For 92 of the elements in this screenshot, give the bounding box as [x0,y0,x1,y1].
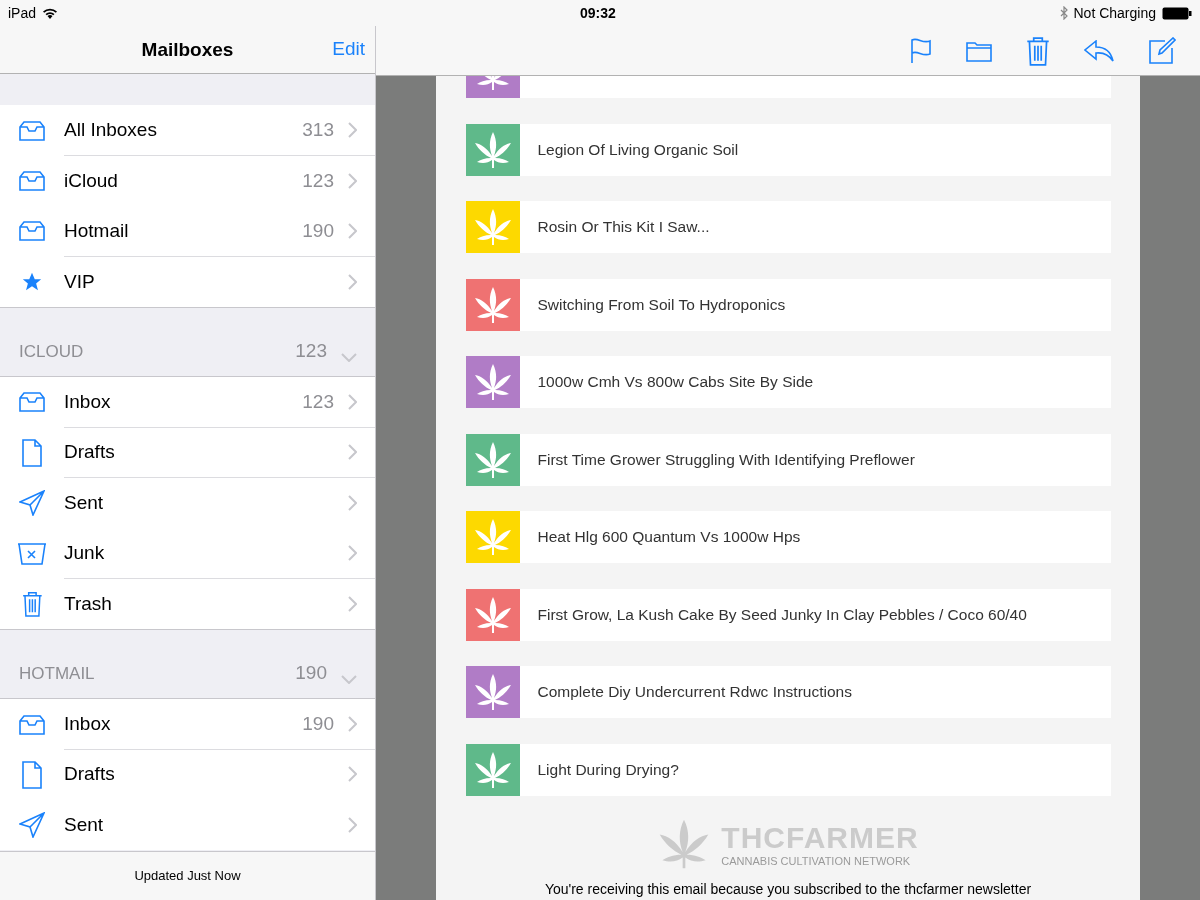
unread-count: 123 [302,169,334,192]
junk-bin-icon [17,541,47,566]
mailbox-row[interactable]: Drafts [0,749,375,801]
inbox-icon [18,221,46,242]
leaf-icon [472,207,513,247]
compose-button[interactable] [1148,36,1176,65]
mailbox-label: All Inboxes [64,119,158,142]
section-count: 123 [295,340,327,363]
mailbox-label: Hotmail [64,219,130,242]
subscription-notice: You're receiving this email because you subscribed to the thcfarmer newsletter [544,881,1032,897]
mailboxes-title: Mailboxes [141,38,234,61]
section-count: 190 [295,662,327,685]
chevron-right-icon [348,595,357,612]
section-title: ICLOUD [19,342,85,363]
mailbox-label: Sent [64,491,105,514]
post-link[interactable]: First Grow, La Kush Cake By Seed Junky In Clay Pebbles / Coco 60/40 [537,605,1027,624]
inbox-icon [18,171,46,192]
mailbox-label: Drafts [64,441,116,464]
bluetooth-icon [1059,6,1068,20]
mailbox-label: Trash [64,592,113,615]
chevron-right-icon [348,444,357,461]
chevron-down-icon [341,353,357,363]
update-status: Updated Just Now [134,868,241,884]
mailbox-label: Drafts [64,763,116,786]
compose-icon [1148,36,1176,65]
mailbox-label: Inbox [64,390,112,413]
paper-plane-icon [19,490,45,517]
unread-count: 190 [302,713,334,736]
mailbox-row[interactable]: Drafts [0,427,375,478]
chevron-down-icon [341,675,357,685]
wifi-icon [42,7,59,19]
mailbox-label: Junk [64,542,106,565]
chevron-right-icon [348,716,357,733]
mailbox-row[interactable]: Trash [0,578,375,630]
document-icon [21,438,43,467]
chevron-right-icon [348,273,357,290]
chevron-right-icon [348,494,357,511]
leaf-icon [472,362,513,402]
inbox-icon [18,714,46,735]
mailbox-row[interactable]: iCloud 123 [0,155,375,207]
chevron-right-icon [348,122,357,139]
reply-button[interactable] [1084,39,1114,62]
unread-count: 190 [302,219,334,242]
trash-icon [1026,35,1050,66]
document-icon [21,760,43,789]
inbox-icon [18,120,46,141]
post-link[interactable]: Rosin Or This Kit I Saw... [537,218,710,236]
chevron-right-icon [348,222,357,239]
section-title: HOTMAIL [19,664,96,685]
post-link[interactable]: Legion Of Living Organic Soil [537,140,739,159]
chevron-right-icon [348,393,357,410]
flag-icon [910,37,932,64]
mailbox-row[interactable]: Inbox 190 [0,699,375,750]
mailbox-row[interactable]: Junk [0,528,375,579]
inbox-icon [18,392,46,413]
mailbox-row[interactable]: Sent [0,477,375,529]
chevron-right-icon [348,545,357,562]
leaf-icon [472,672,513,712]
post-link[interactable]: Complete Diy Undercurrent Rdwc Instructions [537,683,852,701]
folder-button[interactable] [966,39,992,62]
unread-count: 313 [302,119,334,142]
post-link[interactable]: 1000w Cmh Vs 800w Cabs Site By Side [537,373,814,391]
chevron-right-icon [348,172,357,189]
clock-time: 09:32 [580,5,616,21]
mailbox-row[interactable]: VIP [0,256,375,307]
folder-icon [966,39,992,62]
paper-plane-icon [19,812,45,839]
mailbox-row[interactable]: Sent [0,800,375,851]
chevron-right-icon [348,817,357,834]
chevron-right-icon [348,766,357,783]
post-link[interactable]: Switching From Soil To Hydroponics [537,295,786,314]
post-link[interactable]: Heat Hlg 600 Quantum Vs 1000w Hps [537,528,801,546]
mailbox-row[interactable]: Hotmail 190 [0,206,375,257]
mailbox-label: VIP [64,270,96,293]
unread-count: 123 [302,390,334,413]
mailbox-row[interactable]: Inbox 123 [0,377,375,428]
flag-button[interactable] [910,37,932,64]
post-link[interactable]: Light During Drying? [537,760,679,779]
logo-tagline: CANNABIS CULTIVATION NETWORK [721,855,912,867]
reply-arrow-icon [1084,39,1114,62]
post-row[interactable] [465,76,1111,98]
mailbox-label: Sent [64,814,105,837]
trash-button[interactable] [1026,35,1050,66]
mailbox-row[interactable]: All Inboxes 313 [0,105,375,156]
leaf-icon [472,517,513,557]
battery-status: Not Charging [1073,5,1156,21]
mailbox-label: Inbox [64,713,112,736]
trash-icon [21,590,43,617]
post-link[interactable]: First Time Grower Struggling With Identifying Preflower [537,450,915,469]
battery-icon [1162,6,1192,20]
device-name: iPad [8,5,37,21]
mailbox-label: iCloud [64,169,119,192]
